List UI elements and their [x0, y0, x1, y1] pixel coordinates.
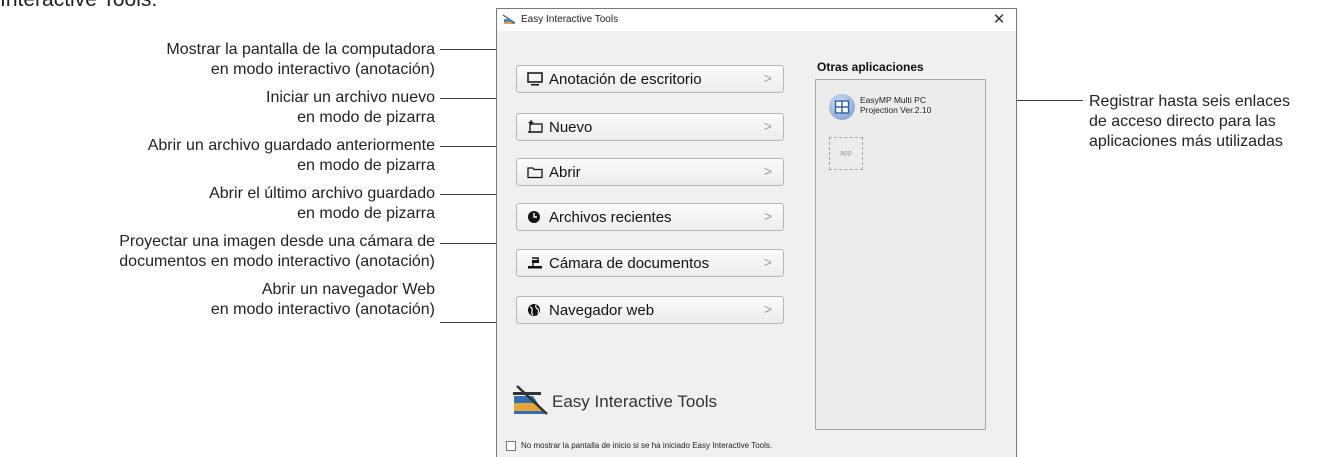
callout-line: Mostrar la pantalla de la computadora	[166, 41, 435, 58]
button-label: Anotación de escritorio	[549, 71, 702, 88]
new-whiteboard-icon	[528, 120, 543, 133]
app-logo-icon	[502, 14, 516, 24]
desktop-annotation-button[interactable]: Anotación de escritorio >	[516, 65, 784, 93]
title-bar[interactable]: Easy Interactive Tools ✕	[497, 9, 1016, 31]
callout-line: en modo interactivo (anotación)	[210, 301, 435, 318]
easy-interactive-tools-logo	[513, 385, 548, 415]
button-label: Navegador web	[549, 302, 655, 319]
callout-line: en modo de pizarra	[297, 157, 435, 174]
document-camera-button[interactable]: Cámara de documentos >	[516, 249, 784, 277]
app-label-line: EasyMP Multi PC	[860, 95, 926, 105]
other-apps-title: Otras aplicaciones	[817, 60, 924, 74]
startup-checkbox[interactable]	[506, 441, 516, 451]
callout-line: Registrar hasta seis enlaces	[1089, 93, 1290, 110]
callout-line: Abrir un archivo guardado anteriormente	[147, 137, 435, 154]
page-heading: Interactive Tools.	[0, 0, 157, 12]
callout-new: Iniciar un archivo nuevo en modo de piza…	[0, 88, 435, 128]
monitor-icon	[527, 72, 543, 86]
app-shortcut-easymp[interactable]: EasyMP Multi PC Projection Ver.2.10	[829, 94, 979, 126]
empty-app-slot[interactable]: app	[829, 137, 863, 170]
close-button[interactable]: ✕	[986, 9, 1012, 31]
callout-line: documentos en modo interactivo (anotació…	[119, 253, 435, 270]
button-label: Abrir	[549, 164, 581, 181]
clock-icon	[528, 211, 540, 223]
folder-icon	[527, 167, 543, 179]
chevron-right-icon: >	[763, 163, 772, 179]
callout-document-camera: Proyectar una imagen desde una cámara de…	[0, 232, 435, 272]
chevron-right-icon: >	[763, 70, 772, 86]
app-label-line: Projection Ver.2.10	[860, 105, 932, 115]
easymp-app-icon	[829, 94, 855, 120]
button-label: Archivos recientes	[549, 209, 672, 226]
callout-desktop-annotation: Mostrar la pantalla de la computadora en…	[0, 40, 435, 80]
callout-line: Abrir el último archivo guardado	[209, 185, 435, 202]
callout-line: de acceso directo para las	[1089, 113, 1276, 130]
chevron-right-icon: >	[763, 254, 772, 270]
callout-other-apps: Registrar hasta seis enlaces de acceso d…	[1089, 92, 1334, 152]
startup-checkbox-label: No mostrar la pantalla de inicio si se h…	[521, 441, 773, 450]
callout-line: en modo de pizarra	[297, 205, 435, 222]
easy-interactive-tools-window: Easy Interactive Tools ✕ Anotación de es…	[496, 8, 1017, 457]
callout-line: Iniciar un archivo nuevo	[266, 89, 435, 106]
recent-files-button[interactable]: Archivos recientes >	[516, 203, 784, 231]
open-button[interactable]: Abrir >	[516, 158, 784, 186]
callout-web-browser: Abrir un navegador Web en modo interacti…	[0, 280, 435, 320]
callout-line: en modo interactivo (anotación)	[210, 61, 435, 78]
chevron-right-icon: >	[763, 208, 772, 224]
callout-line: Proyectar una imagen desde una cámara de	[119, 233, 435, 250]
app-label: EasyMP Multi PC Projection Ver.2.10	[860, 95, 931, 115]
callout-recent: Abrir el último archivo guardado en modo…	[0, 184, 435, 224]
document-camera-icon	[528, 257, 542, 269]
chevron-right-icon: >	[763, 118, 772, 134]
callout-line: en modo de pizarra	[297, 109, 435, 126]
chevron-right-icon: >	[763, 301, 772, 317]
callout-line: Abrir un navegador Web	[261, 281, 435, 298]
callout-open: Abrir un archivo guardado anteriormente …	[0, 136, 435, 176]
new-button[interactable]: Nuevo >	[516, 113, 784, 141]
button-label: Cámara de documentos	[549, 255, 710, 272]
window-grid-icon	[834, 100, 850, 114]
button-label: Nuevo	[549, 119, 593, 136]
web-browser-button[interactable]: Navegador web >	[516, 296, 784, 324]
other-apps-panel: EasyMP Multi PC Projection Ver.2.10 app	[815, 79, 986, 430]
brand-name: Easy Interactive Tools	[552, 392, 718, 411]
window-title: Easy Interactive Tools	[521, 14, 619, 25]
callout-line: aplicaciones más utilizadas	[1089, 133, 1283, 150]
globe-icon	[528, 304, 540, 316]
